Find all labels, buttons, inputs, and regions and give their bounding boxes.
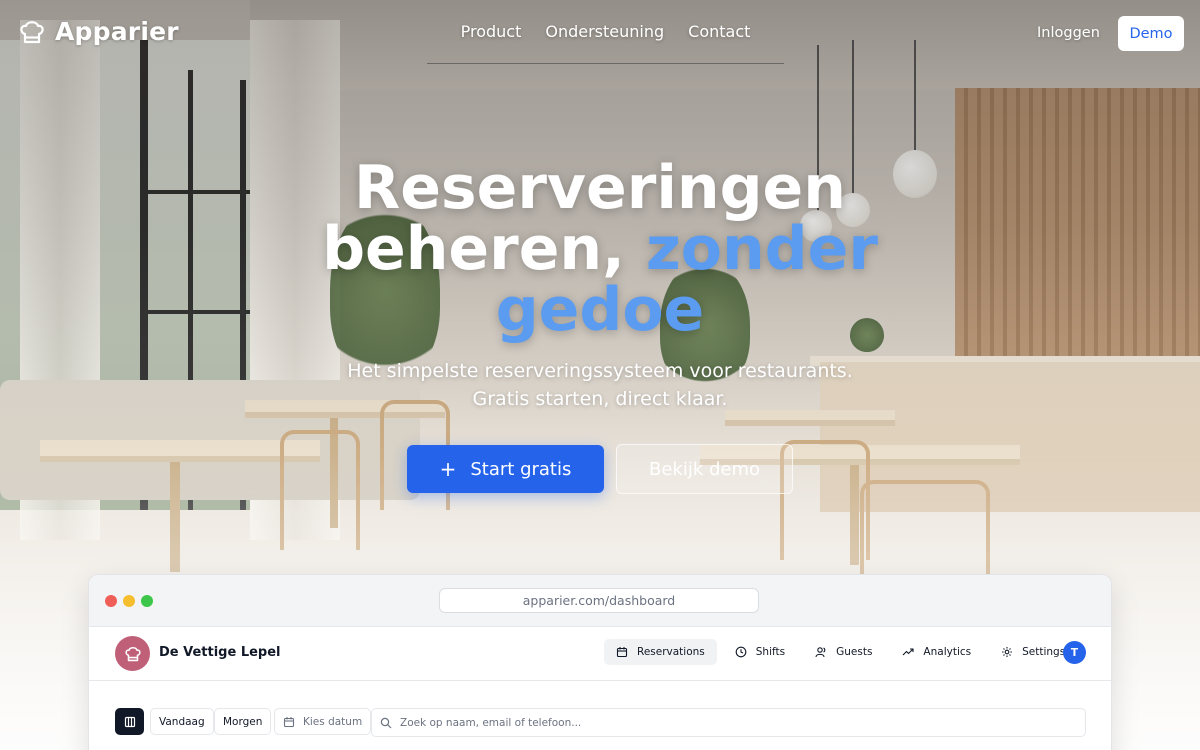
window-minimize-dot	[123, 595, 135, 607]
tab-label: Reservations	[637, 646, 705, 658]
tab-analytics[interactable]: Analytics	[890, 639, 983, 665]
search-input[interactable]	[400, 716, 1060, 729]
hero-title-accent-gedoe: gedoe	[495, 275, 705, 345]
search-icon	[380, 717, 392, 728]
nav-link-contact[interactable]: Contact	[688, 22, 750, 63]
tab-guests[interactable]: Guests	[803, 639, 884, 665]
clock-icon	[735, 646, 747, 658]
hero-subtitle: Het simpelste reserveringssysteem voor r…	[250, 357, 950, 413]
plus-icon: +	[439, 457, 457, 481]
reservations-toolbar: Vandaag Morgen Kies datum	[89, 681, 1111, 750]
tab-reservations[interactable]: Reservations	[604, 639, 717, 665]
columns-icon	[124, 716, 135, 727]
dashboard-preview-window: apparier.com/dashboard De Vettige Lepel …	[88, 574, 1112, 750]
address-bar: apparier.com/dashboard	[439, 588, 759, 613]
demo-button[interactable]: Demo	[1118, 16, 1184, 51]
restaurant-name: De Vettige Lepel	[159, 645, 281, 660]
trend-icon	[903, 648, 914, 656]
nav-link-product[interactable]: Product	[461, 22, 522, 63]
window-maximize-dot	[141, 595, 153, 607]
view-toggle-button[interactable]	[115, 708, 144, 735]
main-nav-links: Product Ondersteuning Contact	[427, 22, 784, 64]
browser-chrome: apparier.com/dashboard	[89, 575, 1111, 627]
restaurant-avatar	[115, 636, 150, 671]
tab-label: Guests	[836, 646, 873, 658]
hero-title-line2: beheren,	[322, 214, 625, 284]
dashboard-header: De Vettige Lepel Reservations Shifts Gue…	[89, 627, 1111, 681]
hero-title-accent-zonder: zonder	[645, 214, 878, 284]
hero-title-line1: Reserveringen	[354, 153, 846, 223]
hero-subtitle-line1: Het simpelste reserveringssysteem voor r…	[347, 360, 853, 382]
chef-hat-icon	[124, 646, 141, 661]
user-avatar[interactable]: T	[1063, 641, 1086, 664]
search-box	[371, 708, 1086, 737]
gear-icon	[1002, 647, 1013, 657]
dashboard-tabs: Reservations Shifts Guests Analytics Set…	[604, 639, 1077, 665]
today-button[interactable]: Vandaag	[150, 708, 214, 735]
chef-hat-icon	[20, 20, 44, 43]
brand-logo-link[interactable]: Apparier	[18, 17, 179, 46]
pick-date-button[interactable]: Kies datum	[274, 708, 372, 735]
calendar-icon	[616, 647, 628, 658]
hero-subtitle-line2: Gratis starten, direct klaar.	[472, 388, 728, 410]
bekijk-demo-button[interactable]: Bekijk demo	[616, 444, 793, 494]
pick-date-label: Kies datum	[303, 715, 363, 728]
tomorrow-button[interactable]: Morgen	[214, 708, 272, 735]
start-gratis-label: Start gratis	[470, 458, 572, 480]
login-link[interactable]: Inloggen	[1037, 25, 1100, 41]
top-navbar: Apparier Product Ondersteuning Contact I…	[0, 0, 1200, 68]
hero-title: Reserveringen beheren, zonder gedoe	[200, 158, 1000, 341]
tab-label: Shifts	[755, 646, 786, 658]
users-icon	[815, 647, 826, 658]
start-gratis-button[interactable]: + Start gratis	[407, 445, 604, 493]
brand-name: Apparier	[55, 17, 179, 46]
tab-label: Analytics	[923, 646, 972, 658]
calendar-icon	[283, 716, 295, 727]
nav-link-ondersteuning[interactable]: Ondersteuning	[545, 22, 664, 63]
tab-shifts[interactable]: Shifts	[723, 639, 797, 665]
tab-label: Settings	[1022, 646, 1066, 658]
window-close-dot	[105, 595, 117, 607]
